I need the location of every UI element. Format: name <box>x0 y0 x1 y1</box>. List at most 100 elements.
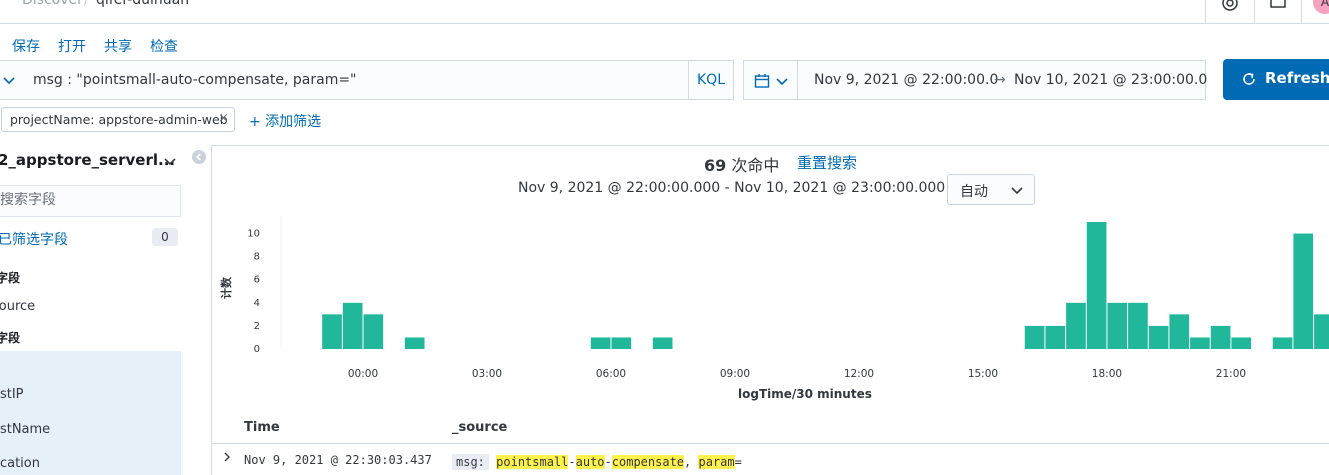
histogram-bar <box>1086 222 1107 349</box>
x-tick-label: 12:00 <box>844 368 874 380</box>
available-fields-title: 字段 <box>0 331 21 345</box>
histogram-bar <box>1314 314 1329 349</box>
x-tick-label: 15:00 <box>968 368 998 380</box>
chevron-down-icon <box>776 78 788 86</box>
open-button[interactable]: 打开 <box>58 36 86 56</box>
highlight-term: param <box>698 455 735 469</box>
add-filter-button[interactable]: + 添加筛选 <box>249 111 321 131</box>
query-language-button[interactable]: KQL <box>688 61 733 99</box>
histogram-bar <box>404 337 425 349</box>
quick-select-button[interactable] <box>744 61 798 99</box>
histogram-bar <box>1272 337 1293 349</box>
source-text: - <box>568 455 576 469</box>
histogram-bar <box>1066 302 1086 349</box>
histogram-bar <box>342 302 363 349</box>
x-tick-label: 18:00 <box>1092 368 1122 380</box>
x-tick-label: 09:00 <box>720 368 750 380</box>
refresh-button[interactable]: Refresh <box>1223 59 1329 100</box>
field-item[interactable]: ocation <box>0 456 40 471</box>
filter-label[interactable]: projectName: appstore-admin-web <box>10 112 228 127</box>
selected-fields-title: 字段 <box>0 271 21 285</box>
row-time: Nov 9, 2021 @ 22:30:03.437 <box>244 453 432 467</box>
date-picker[interactable]: Nov 9, 2021 @ 22:00:00.0 → Nov 10, 2021 … <box>743 60 1207 100</box>
hits-number: 69 <box>704 156 727 175</box>
histogram-bar <box>1231 337 1252 349</box>
field-search-input[interactable] <box>0 192 170 208</box>
save-button[interactable]: 保存 <box>12 36 40 56</box>
x-axis-label: logTime/30 minutes <box>738 387 872 401</box>
source-key: msg: <box>452 454 489 470</box>
collapse-sidebar-button[interactable] <box>192 150 206 164</box>
filtered-fields-toggle[interactable]: 已筛选字段 <box>0 229 68 249</box>
y-tick-label: 2 <box>254 321 260 332</box>
inspect-button[interactable]: 检查 <box>150 36 178 56</box>
end-date[interactable]: Nov 10, 2021 @ 23:00:00.0 <box>1014 72 1207 88</box>
field-item[interactable]: ostName <box>0 422 50 437</box>
field-sidebar: 2_appstore_serverl... 已筛选字段 0 字段 source … <box>0 145 211 475</box>
chevron-left-icon <box>195 153 202 161</box>
column-source[interactable]: _source <box>452 420 507 435</box>
histogram-bar <box>363 314 384 349</box>
query-input[interactable]: msg : "pointsmall-auto-compensate, param… <box>0 60 734 100</box>
discover-main: 69 次命中 重置搜索 Nov 9, 2021 @ 22:00:00.000 -… <box>211 145 1329 475</box>
top-header: Discover / qifer-duinuan A <box>0 0 1329 24</box>
field-search[interactable] <box>0 185 181 217</box>
avatar[interactable]: A <box>1313 0 1329 14</box>
breadcrumb-current: qifer-duinuan <box>96 0 190 8</box>
y-tick-label: 0 <box>254 344 260 355</box>
histogram-bar <box>1148 325 1169 349</box>
y-tick-label: 4 <box>254 298 260 309</box>
highlight-term: compensate <box>611 455 685 469</box>
field-item-source[interactable]: source <box>0 299 35 314</box>
query-text[interactable]: msg : "pointsmall-auto-compensate, param… <box>33 72 357 88</box>
y-tick-label: 6 <box>254 275 260 286</box>
histogram-bar <box>1293 233 1314 349</box>
y-tick-label: 8 <box>254 252 260 263</box>
y-tick-label: 10 <box>247 229 260 240</box>
start-date[interactable]: Nov 9, 2021 @ 22:00:00.0 <box>814 72 998 88</box>
highlight-term: pointsmall <box>496 455 569 469</box>
index-pattern-selector[interactable]: 2_appstore_serverl... <box>0 151 175 169</box>
reset-search-link[interactable]: 重置搜索 <box>797 152 857 173</box>
histogram-bar <box>1190 337 1210 349</box>
filter-pill[interactable]: projectName: appstore-admin-web × <box>1 107 235 132</box>
histogram-bar <box>1107 302 1128 349</box>
histogram-bar <box>322 314 342 349</box>
close-icon[interactable]: × <box>218 111 229 126</box>
x-tick-label: 06:00 <box>596 368 626 380</box>
histogram-bar <box>590 337 611 349</box>
histogram-bar <box>1210 325 1231 349</box>
news-icon[interactable] <box>1267 0 1289 14</box>
source-text: = <box>734 455 742 469</box>
filtered-fields-count: 0 <box>152 228 178 246</box>
chevron-down-icon <box>1011 187 1023 195</box>
avatar-letter: A <box>1320 0 1329 9</box>
chevron-down-icon[interactable] <box>163 154 177 168</box>
source-text: , <box>684 455 699 469</box>
histogram-bar <box>1045 325 1066 349</box>
header-divider <box>1205 0 1206 24</box>
y-axis-label: 计数 <box>219 276 233 299</box>
breadcrumb-separator: / <box>84 0 89 8</box>
highlight-term: auto <box>575 455 605 469</box>
share-button[interactable]: 共享 <box>104 36 132 56</box>
hits-count: 69 次命中 <box>704 152 779 176</box>
breadcrumb-discover[interactable]: Discover <box>22 0 83 8</box>
column-time[interactable]: Time <box>244 420 280 435</box>
chevron-right-icon[interactable] <box>222 451 232 463</box>
chevron-down-icon[interactable] <box>2 73 16 87</box>
x-tick-label: 21:00 <box>1216 368 1246 380</box>
header-divider <box>1254 0 1255 24</box>
row-source: msg: pointsmall-auto-compensate, param= <box>452 454 742 470</box>
time-range-text: Nov 9, 2021 @ 22:00:00.000 - Nov 10, 202… <box>518 180 964 196</box>
refresh-icon <box>1243 73 1255 85</box>
field-item[interactable]: ostIP <box>0 387 24 402</box>
help-icon[interactable] <box>1219 0 1241 14</box>
doc-table-header: Time _source <box>212 416 1329 444</box>
interval-value: 自动 <box>960 184 988 200</box>
interval-select[interactable]: 自动 <box>947 174 1035 205</box>
source-text: - <box>604 455 612 469</box>
table-row[interactable]: Nov 9, 2021 @ 22:30:03.437 msg: pointsma… <box>212 445 1329 475</box>
x-tick-label: 00:00 <box>348 368 378 380</box>
hits-label: 次命中 <box>731 156 780 175</box>
